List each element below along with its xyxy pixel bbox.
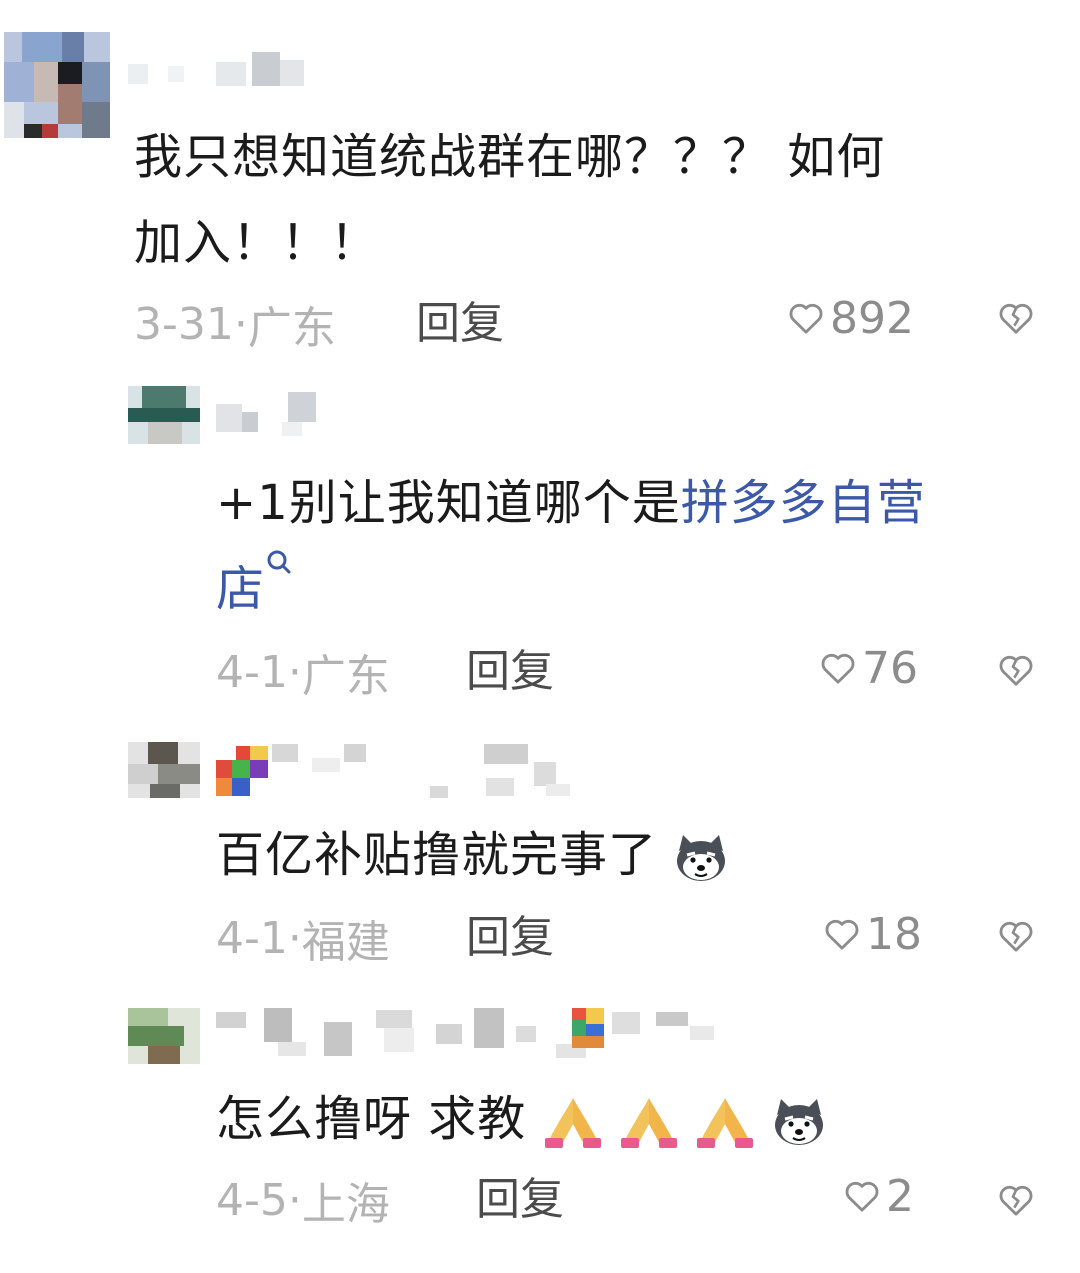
comment-text: 我只想知道统战群在哪？？？ 如何 加入！！！ bbox=[134, 129, 886, 271]
search-link[interactable]: 拼多多自营 bbox=[681, 475, 926, 531]
comment-text: +1别让我知道哪个是拼多多自营 店 bbox=[216, 475, 926, 617]
comment-meta: 3-31 · 广东 bbox=[134, 296, 336, 355]
heart-outline-icon bbox=[821, 653, 855, 684]
comment-date: 4-5 bbox=[216, 1174, 288, 1226]
praying-hands-emoji bbox=[620, 1098, 677, 1148]
comment-4: 怎么撸呀 求教 4-5 · 上海 回复 2 bbox=[0, 990, 1080, 1273]
comment-1: 我只想知道统战群在哪？？？ 如何 加入！！！ 3-31 · 广东 回复 892 bbox=[0, 0, 1080, 360]
comment-meta: 4-1 · 广东 bbox=[216, 644, 390, 703]
avatar[interactable] bbox=[4, 32, 110, 138]
broken-heart-icon[interactable] bbox=[996, 298, 1036, 338]
comment-date: 4-1 bbox=[216, 912, 288, 964]
username[interactable] bbox=[216, 742, 576, 798]
comment-date: 3-31 bbox=[134, 298, 234, 350]
like-button[interactable]: 18 bbox=[822, 906, 922, 962]
comment-location: 上海 bbox=[301, 1179, 390, 1230]
avatar[interactable] bbox=[128, 386, 200, 444]
comment-location: 广东 bbox=[301, 651, 390, 702]
username[interactable] bbox=[128, 52, 304, 92]
like-button[interactable]: 76 bbox=[818, 640, 918, 696]
broken-heart-icon[interactable] bbox=[996, 650, 1036, 690]
username[interactable] bbox=[216, 392, 316, 440]
search-icon[interactable] bbox=[265, 546, 295, 586]
broken-heart-icon[interactable] bbox=[996, 1180, 1036, 1220]
like-count: 76 bbox=[862, 642, 918, 694]
comment-2: +1别让我知道哪个是拼多多自营 店 4-1 · 广东 回复 76 bbox=[0, 360, 1080, 720]
reply-button[interactable]: 回复 bbox=[466, 910, 554, 966]
comment-location: 广东 bbox=[247, 303, 336, 354]
husky-emoji bbox=[677, 835, 726, 881]
like-button[interactable]: 892 bbox=[786, 290, 914, 346]
comment-meta: 4-5 · 上海 bbox=[216, 1172, 390, 1231]
like-count: 892 bbox=[830, 292, 914, 344]
praying-hands-emoji bbox=[544, 1098, 601, 1148]
reply-button[interactable]: 回复 bbox=[416, 296, 504, 352]
comment-text: 怎么撸呀 求教 bbox=[216, 1076, 827, 1162]
like-button[interactable]: 2 bbox=[842, 1168, 914, 1224]
heart-outline-icon bbox=[845, 1181, 879, 1212]
reply-button[interactable]: 回复 bbox=[466, 644, 554, 700]
comment-3: 百亿补贴撸就完事了 4-1 · 福建 回复 18 bbox=[0, 720, 1080, 990]
broken-heart-icon[interactable] bbox=[996, 916, 1036, 956]
heart-outline-icon bbox=[825, 919, 859, 950]
avatar[interactable] bbox=[128, 1008, 200, 1064]
like-count: 18 bbox=[866, 908, 922, 960]
search-link-tail[interactable]: 店 bbox=[216, 561, 265, 617]
username[interactable] bbox=[216, 1004, 726, 1064]
comment-text: 百亿补贴撸就完事了 bbox=[216, 812, 729, 898]
reply-button[interactable]: 回复 bbox=[476, 1172, 564, 1228]
comment-location: 福建 bbox=[301, 917, 390, 968]
avatar[interactable] bbox=[128, 742, 200, 798]
like-count: 2 bbox=[886, 1170, 914, 1222]
comment-meta: 4-1 · 福建 bbox=[216, 910, 390, 969]
comment-date: 4-1 bbox=[216, 646, 288, 698]
heart-outline-icon bbox=[789, 303, 823, 334]
praying-hands-emoji bbox=[697, 1098, 754, 1148]
husky-emoji bbox=[775, 1099, 824, 1145]
